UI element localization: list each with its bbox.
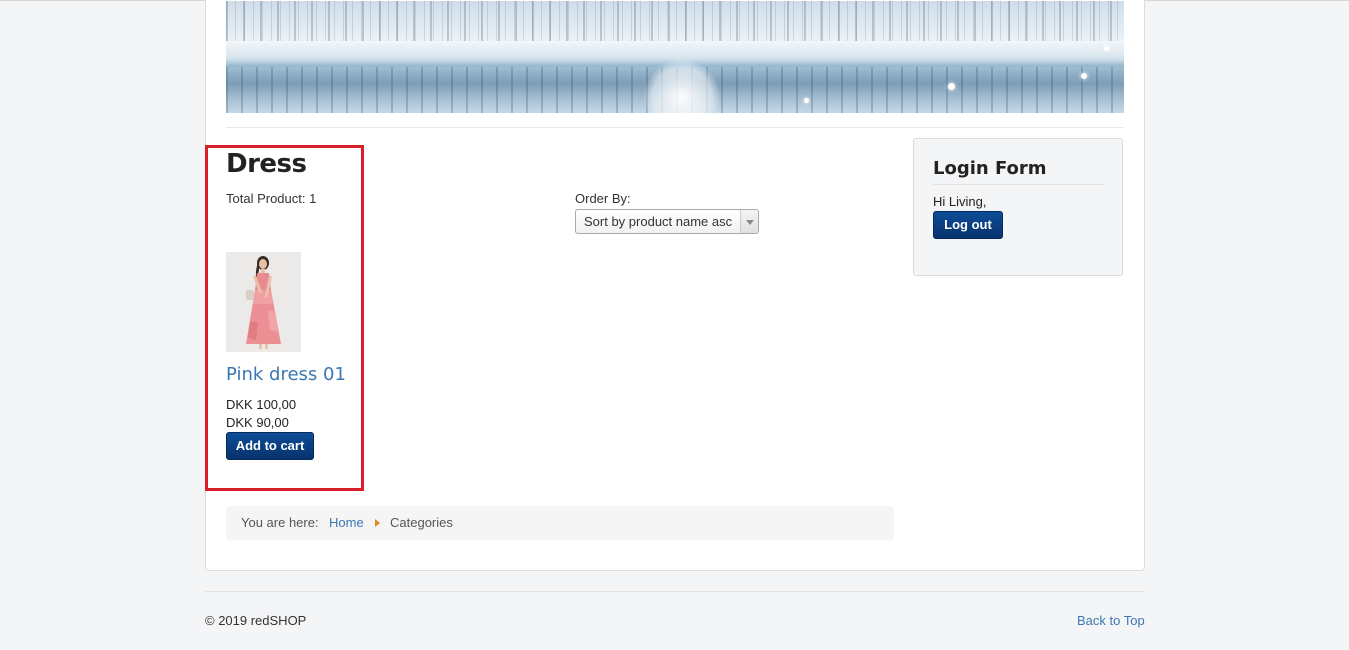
- product-sale-price: DKK 90,00: [226, 415, 289, 430]
- order-by-select[interactable]: Sort by product name asc: [575, 209, 759, 234]
- banner-snowflake: [948, 83, 955, 90]
- header-banner-image: [226, 1, 1124, 113]
- banner-snowflake: [804, 98, 809, 103]
- category-title: Dress: [226, 149, 307, 179]
- total-product-count: Total Product: 1: [226, 191, 317, 206]
- chevron-down-icon[interactable]: [740, 210, 758, 233]
- breadcrumb-home-link[interactable]: Home: [329, 515, 364, 530]
- order-by-label: Order By:: [575, 191, 631, 206]
- product-original-price: DKK 100,00: [226, 397, 297, 412]
- breadcrumb: You are here: Home Categories: [226, 506, 894, 540]
- breadcrumb-separator-icon: [375, 519, 380, 527]
- back-to-top-link[interactable]: Back to Top: [1077, 613, 1145, 628]
- product-title-link[interactable]: Pink dress 01: [226, 364, 346, 385]
- login-form-module: Login Form Hi Living, Log out: [913, 138, 1123, 276]
- logout-button[interactable]: Log out: [933, 211, 1003, 239]
- order-by-selected-value: Sort by product name asc: [584, 214, 733, 229]
- login-form-divider: [933, 184, 1103, 185]
- header-divider: [226, 127, 1124, 128]
- dress-photo-icon: [226, 252, 301, 352]
- breadcrumb-current: Categories: [390, 515, 453, 530]
- product-image[interactable]: [226, 252, 301, 352]
- footer-copyright: © 2019 redSHOP: [205, 613, 307, 628]
- add-to-cart-button[interactable]: Add to cart: [226, 432, 314, 460]
- login-form-title: Login Form: [933, 158, 1047, 179]
- banner-snowflake: [1081, 73, 1087, 79]
- breadcrumb-prefix: You are here:: [241, 515, 319, 530]
- footer-divider: [205, 591, 1145, 592]
- login-greeting: Hi Living,: [933, 194, 987, 209]
- banner-snowflake: [1104, 46, 1109, 51]
